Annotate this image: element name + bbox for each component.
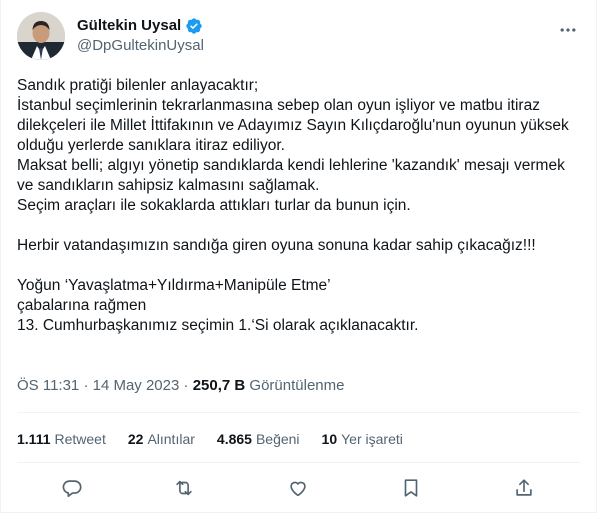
meta-separator-2: · <box>183 377 189 394</box>
tweet-card: Gültekin Uysal @DpGultekinUysal Sandık p… <box>0 0 597 513</box>
avatar[interactable] <box>17 12 65 60</box>
tweet-text: Sandık pratiği bilenler anlayacaktır; İs… <box>17 77 569 334</box>
tweet-stats: 1.111 Retweet 22 Alıntılar 4.865 Beğeni 10 Y… <box>17 429 425 449</box>
views-count: 250,7 B <box>192 377 246 394</box>
tweet-date[interactable]: 14 May 2023 <box>93 377 180 394</box>
views-label: Görüntülenme <box>249 377 345 394</box>
verified-badge-icon <box>185 17 203 35</box>
like-icon[interactable] <box>284 474 312 502</box>
author-names: Gültekin Uysal @DpGultekinUysal <box>77 16 204 56</box>
tweet-actions <box>1 474 596 502</box>
divider <box>17 412 580 413</box>
more-icon[interactable] <box>556 18 580 42</box>
bookmarks-stat[interactable]: 10 Yer işareti <box>322 429 403 449</box>
retweet-icon[interactable] <box>170 474 198 502</box>
tweet-time[interactable]: ÖS 11:31 <box>17 377 79 394</box>
bookmark-icon[interactable] <box>397 474 425 502</box>
author-name[interactable]: Gültekin Uysal <box>77 16 181 36</box>
divider <box>17 462 580 463</box>
reply-icon[interactable] <box>58 474 86 502</box>
share-icon[interactable] <box>510 474 538 502</box>
tweet-meta: ÖS 11:31 · 14 May 2023 · 250,7 B Görüntü… <box>17 376 344 396</box>
tweet-header: Gültekin Uysal @DpGultekinUysal <box>17 12 580 60</box>
likes-stat[interactable]: 4.865 Beğeni <box>217 429 300 449</box>
meta-separator: · <box>83 377 89 394</box>
retweets-stat[interactable]: 1.111 Retweet <box>17 429 106 449</box>
quotes-stat[interactable]: 22 Alıntılar <box>128 429 195 449</box>
author-handle[interactable]: @DpGultekinUysal <box>77 36 204 56</box>
